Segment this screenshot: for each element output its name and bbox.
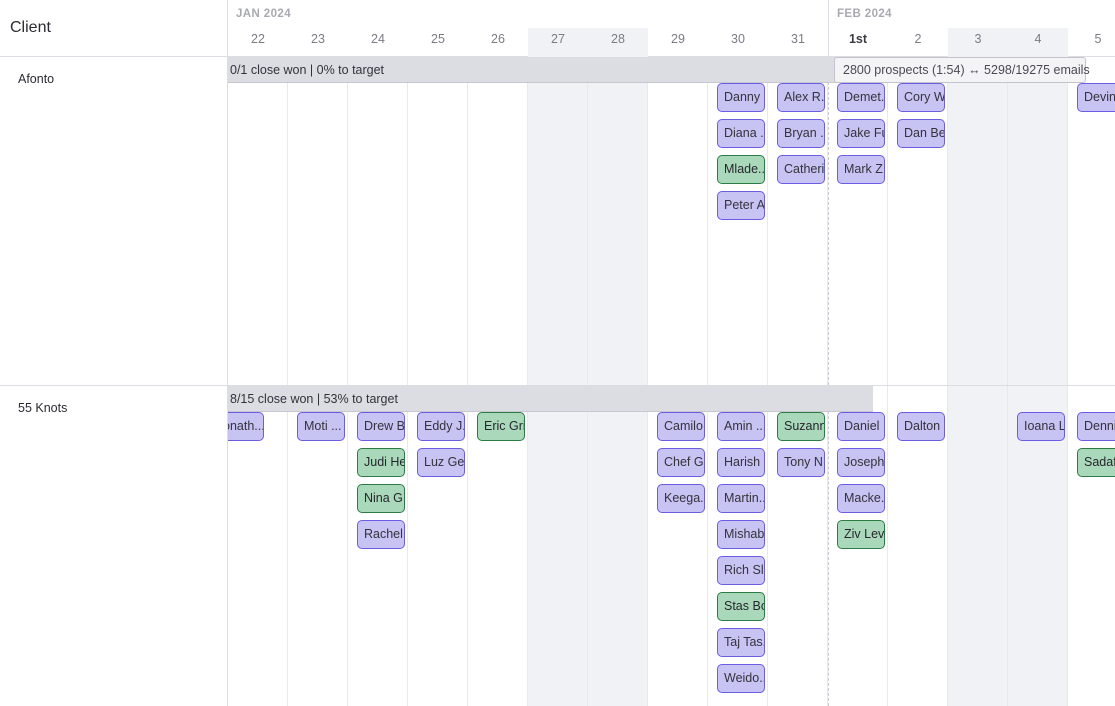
client-column: Client Afonto 55 Knots: [0, 0, 228, 706]
prospect-chip[interactable]: Catheri...: [777, 155, 825, 184]
prospects-info-bar[interactable]: 2800 prospects (1:54) ↔ 5298/19275 email…: [834, 57, 1090, 83]
prospect-chip[interactable]: Luz Ge...: [417, 448, 465, 477]
client-name: 55 Knots: [18, 401, 68, 415]
calendar-grid[interactable]: JAN 2024 22 23 24 25 26 27 28 29 30 31 FEB 2024 1st 2…: [228, 0, 1115, 706]
chip-column: Camilo... Chef G... Keega...: [657, 412, 705, 520]
prospect-chip[interactable]: Ioana L...: [1017, 412, 1065, 441]
chip-column: Devin J...: [1077, 83, 1115, 119]
day-header-cell[interactable]: 4: [1008, 28, 1068, 57]
prospect-chip[interactable]: Dennis...: [1077, 412, 1115, 441]
prospect-chip[interactable]: Dan Be...: [897, 119, 945, 148]
row-label-1[interactable]: 55 Knots: [0, 386, 227, 706]
row-summary-bar: 0/1 close won | 0% to target: [228, 57, 873, 83]
prospect-chip[interactable]: Nina G...: [357, 484, 405, 513]
prospect-chip[interactable]: Diana ...: [717, 119, 765, 148]
prospect-chip[interactable]: Eddy J...: [417, 412, 465, 441]
prospect-chip[interactable]: Macke...: [837, 484, 885, 513]
prospect-chip[interactable]: Mark Z...: [837, 155, 885, 184]
prospect-chip[interactable]: Rich Sl...: [717, 556, 765, 585]
prospect-chip[interactable]: Mlade...: [717, 155, 765, 184]
day-header-cell[interactable]: 29: [648, 28, 708, 57]
timeline-row[interactable]: 0/1 close won | 0% to target 2800 prospec…: [228, 57, 1115, 386]
chip-layer: onath... Moti ... Drew B... Judi He... Nina …: [228, 412, 1115, 706]
day-header-cell[interactable]: 26: [468, 28, 528, 57]
chip-column: Dennis... Sadaf S...: [1077, 412, 1115, 484]
prospect-chip[interactable]: Jake Fu...: [837, 119, 885, 148]
day-header-cell[interactable]: 30: [708, 28, 768, 57]
prospect-chip[interactable]: Ziv Levy: [837, 520, 885, 549]
chip-layer: Danny ... Diana ... Mlade... Peter A... Alex…: [228, 83, 1115, 385]
month-label: JAN 2024: [236, 8, 291, 20]
prospect-chip[interactable]: Danny ...: [717, 83, 765, 112]
chip-column: Moti ...: [297, 412, 345, 448]
page-title: Client: [10, 19, 51, 36]
prospect-chip[interactable]: Drew B...: [357, 412, 405, 441]
day-header-cell[interactable]: 22: [228, 28, 288, 57]
day-header-cell[interactable]: 28: [588, 28, 648, 57]
prospect-chip[interactable]: Amin ...: [717, 412, 765, 441]
day-header-cell[interactable]: 5: [1068, 28, 1115, 57]
prospect-chip[interactable]: Demet...: [837, 83, 885, 112]
prospect-chip[interactable]: Rachel ...: [357, 520, 405, 549]
prospect-chip[interactable]: Mishab...: [717, 520, 765, 549]
prospect-chip[interactable]: Martin...: [717, 484, 765, 513]
day-header-cell[interactable]: 24: [348, 28, 408, 57]
prospect-chip[interactable]: Taj Tas...: [717, 628, 765, 657]
row-label-0[interactable]: Afonto: [0, 57, 227, 386]
prospect-chip[interactable]: onath...: [228, 412, 264, 441]
day-header-cell[interactable]: 1st: [828, 28, 888, 57]
timeline-board: Client Afonto 55 Knots JAN 2024 22 23 24 25 2…: [0, 0, 1115, 706]
day-header-cell[interactable]: 31: [768, 28, 828, 57]
chip-column: Cory W... Dan Be...: [897, 83, 945, 155]
client-name: Afonto: [18, 72, 55, 86]
prospect-chip[interactable]: Suzann...: [777, 412, 825, 441]
prospect-chip[interactable]: Devin J...: [1077, 83, 1115, 112]
calendar-header: JAN 2024 22 23 24 25 26 27 28 29 30 31 FEB 2024 1st 2…: [228, 0, 1115, 57]
prospect-chip[interactable]: Eric Grill: [477, 412, 525, 441]
prospect-chip[interactable]: Daniel ...: [837, 412, 885, 441]
prospect-chip[interactable]: Peter A...: [717, 191, 765, 220]
chip-column: Dalton ...: [897, 412, 945, 448]
prospect-chip[interactable]: Weido...: [717, 664, 765, 693]
day-header-cell[interactable]: 25: [408, 28, 468, 57]
chip-column: Eddy J... Luz Ge...: [417, 412, 465, 484]
prospect-chip[interactable]: Harish ...: [717, 448, 765, 477]
prospect-chip[interactable]: Sadaf S...: [1077, 448, 1115, 477]
chip-column: onath...: [228, 412, 264, 448]
day-header-cell[interactable]: 23: [288, 28, 348, 57]
row-summary-bar: 8/15 close won | 53% to target: [228, 386, 873, 412]
prospect-chip[interactable]: Alex R...: [777, 83, 825, 112]
day-header-cell[interactable]: 3: [948, 28, 1008, 57]
prospect-chip[interactable]: Dalton ...: [897, 412, 945, 441]
day-header-cell[interactable]: 27: [528, 28, 588, 57]
day-header-cell[interactable]: 2: [888, 28, 948, 57]
chip-column: Drew B... Judi He... Nina G... Rachel ...: [357, 412, 405, 556]
chip-column: Amin ... Harish ... Martin... Mishab... Rich…: [717, 412, 765, 700]
prospect-chip[interactable]: Tony N...: [777, 448, 825, 477]
prospect-chip[interactable]: Cory W...: [897, 83, 945, 112]
month-label: FEB 2024: [837, 8, 892, 20]
prospect-chip[interactable]: Chef G...: [657, 448, 705, 477]
chip-column: Danny ... Diana ... Mlade... Peter A...: [717, 83, 765, 227]
prospect-chip[interactable]: Joseph...: [837, 448, 885, 477]
timeline-row[interactable]: 8/15 close won | 53% to targetonath... Mo…: [228, 386, 1115, 706]
chip-column: Eric Grill: [477, 412, 525, 448]
chip-column: Ioana L...: [1017, 412, 1065, 448]
chip-column: Demet... Jake Fu... Mark Z...: [837, 83, 885, 191]
chip-column: Suzann... Tony N...: [777, 412, 825, 484]
prospect-chip[interactable]: Stas Bo...: [717, 592, 765, 621]
chip-column: Alex R... Bryan ... Catheri...: [777, 83, 825, 191]
prospect-chip[interactable]: Camilo...: [657, 412, 705, 441]
prospect-chip[interactable]: Moti ...: [297, 412, 345, 441]
prospect-chip[interactable]: Judi He...: [357, 448, 405, 477]
client-column-header: Client: [0, 0, 227, 57]
prospect-chip[interactable]: Bryan ...: [777, 119, 825, 148]
prospect-chip[interactable]: Keega...: [657, 484, 705, 513]
chip-column: Daniel ... Joseph... Macke... Ziv Levy: [837, 412, 885, 556]
